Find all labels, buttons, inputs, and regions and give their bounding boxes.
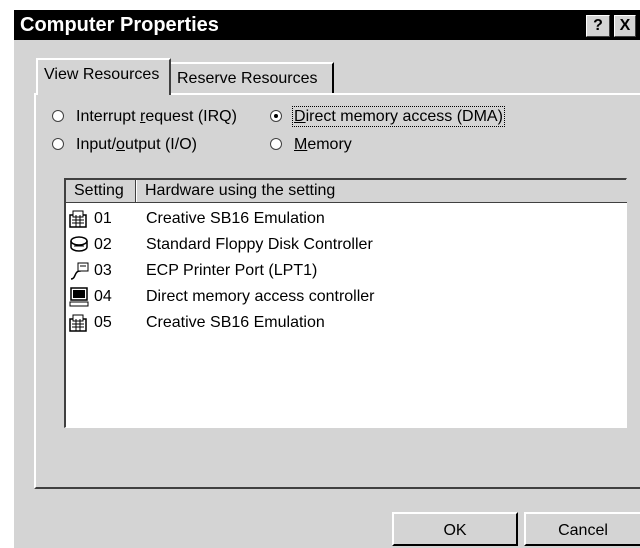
list-item[interactable]: 03 ECP Printer Port (LPT1)	[66, 258, 626, 284]
hardware-name: Direct memory access controller	[146, 288, 375, 305]
multimedia-icon	[69, 210, 87, 228]
hardware-name: Standard Floppy Disk Controller	[146, 236, 373, 253]
column-header-hardware[interactable]: Hardware using the setting	[136, 180, 627, 202]
setting-value: 02	[94, 236, 112, 253]
list-header: Setting Hardware using the setting	[66, 180, 627, 203]
radio-indicator[interactable]	[52, 138, 64, 150]
close-button[interactable]: X	[614, 15, 636, 37]
hardware-name: Creative SB16 Emulation	[146, 210, 325, 227]
cancel-button[interactable]: Cancel	[524, 512, 640, 546]
radio-memory[interactable]: Memory	[270, 135, 352, 155]
column-header-setting[interactable]: Setting	[66, 180, 136, 202]
tab-reserve-resources[interactable]: Reserve Resources	[171, 62, 334, 95]
multimedia-icon	[69, 314, 87, 332]
radio-irq[interactable]: Interrupt request (IRQ)	[52, 107, 237, 127]
ok-button[interactable]: OK	[392, 512, 518, 546]
radio-indicator[interactable]	[270, 138, 282, 150]
radio-dma-label: Direct memory access (DMA)	[292, 106, 505, 127]
list-item[interactable]: 02 Standard Floppy Disk Controller	[66, 232, 626, 258]
printer-port-icon	[70, 262, 89, 280]
setting-value: 05	[94, 314, 112, 331]
setting-value: 04	[94, 288, 112, 305]
radio-io[interactable]: Input/output (I/O)	[52, 135, 197, 155]
tab-view-resources[interactable]: View Resources	[36, 58, 171, 95]
list-item[interactable]: 04 Direct memory access controller	[66, 284, 626, 310]
window-title: Computer Properties	[20, 14, 219, 36]
radio-dma[interactable]: Direct memory access (DMA)	[270, 106, 505, 127]
list-item[interactable]: 05 Creative SB16 Emulation	[66, 310, 626, 336]
radio-indicator[interactable]	[52, 110, 64, 122]
setting-value: 01	[94, 210, 112, 227]
hardware-name: ECP Printer Port (LPT1)	[146, 262, 318, 279]
hardware-name: Creative SB16 Emulation	[146, 314, 325, 331]
list-item[interactable]: 01 Creative SB16 Emulation	[66, 206, 626, 232]
computer-icon	[69, 287, 89, 307]
setting-value: 03	[94, 262, 112, 279]
radio-indicator-checked[interactable]	[270, 110, 282, 122]
floppy-drive-icon	[70, 236, 88, 252]
properties-dialog: Computer Properties ? X View Resources R…	[14, 10, 640, 548]
title-bar[interactable]: Computer Properties ? X	[14, 10, 640, 40]
resource-list[interactable]: Setting Hardware using the setting 01 Cr…	[64, 178, 627, 428]
help-button[interactable]: ?	[586, 15, 610, 37]
